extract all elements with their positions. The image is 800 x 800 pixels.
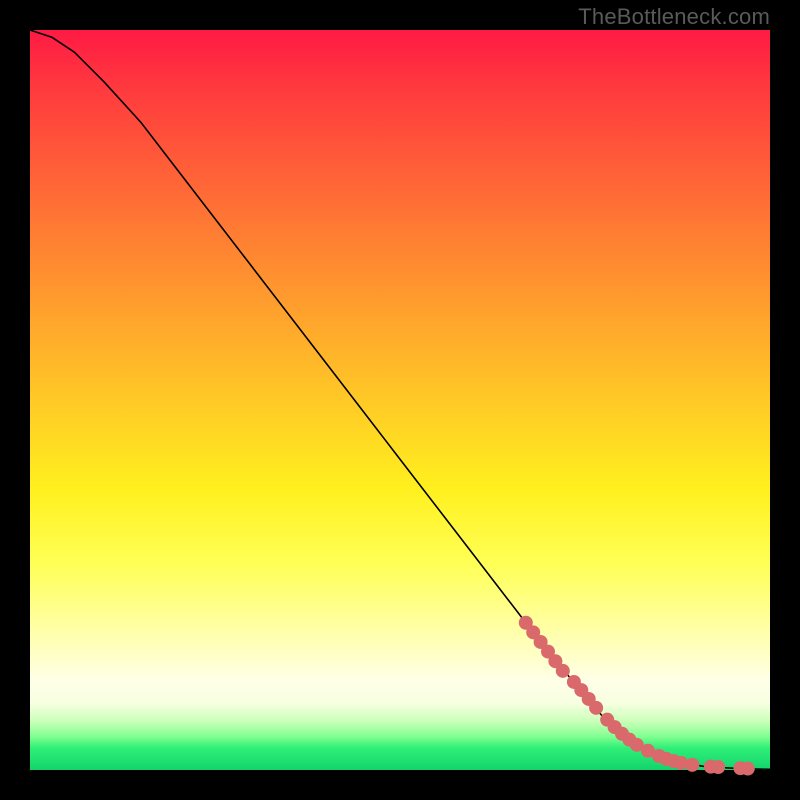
marker-dot xyxy=(556,664,570,678)
marker-dot xyxy=(589,701,603,715)
curve-line xyxy=(30,30,770,769)
plot-area xyxy=(30,30,770,770)
marker-dot xyxy=(741,762,755,776)
chart-svg xyxy=(30,30,770,770)
marker-dot xyxy=(711,760,725,774)
watermark-text: TheBottleneck.com xyxy=(578,4,770,30)
chart-frame: TheBottleneck.com xyxy=(0,0,800,800)
marker-dot xyxy=(685,758,699,772)
marker-group xyxy=(519,616,755,776)
